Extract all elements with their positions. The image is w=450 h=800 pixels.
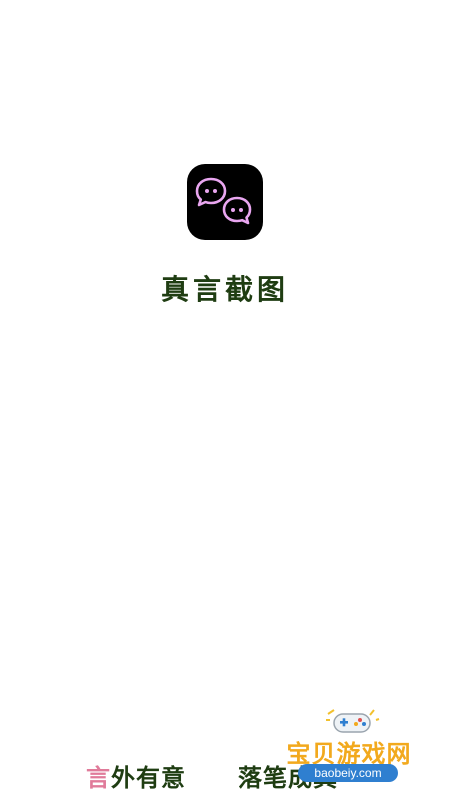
app-name: 真言截图 [160, 273, 289, 306]
watermark-url: baobeiy.com [298, 764, 398, 782]
splash-screen: 真言截图 言外有意 落笔成真 宝贝游戏网 baobeiy.com [0, 0, 450, 800]
slogan-accent-char: 言 [86, 764, 111, 792]
chat-bubbles-icon [195, 177, 252, 225]
app-logo [187, 164, 263, 240]
slogan-part1: 外有意 [111, 764, 186, 792]
watermark: 宝贝游戏网 baobeiy.com [272, 706, 432, 786]
gamepad-icon [326, 709, 380, 733]
